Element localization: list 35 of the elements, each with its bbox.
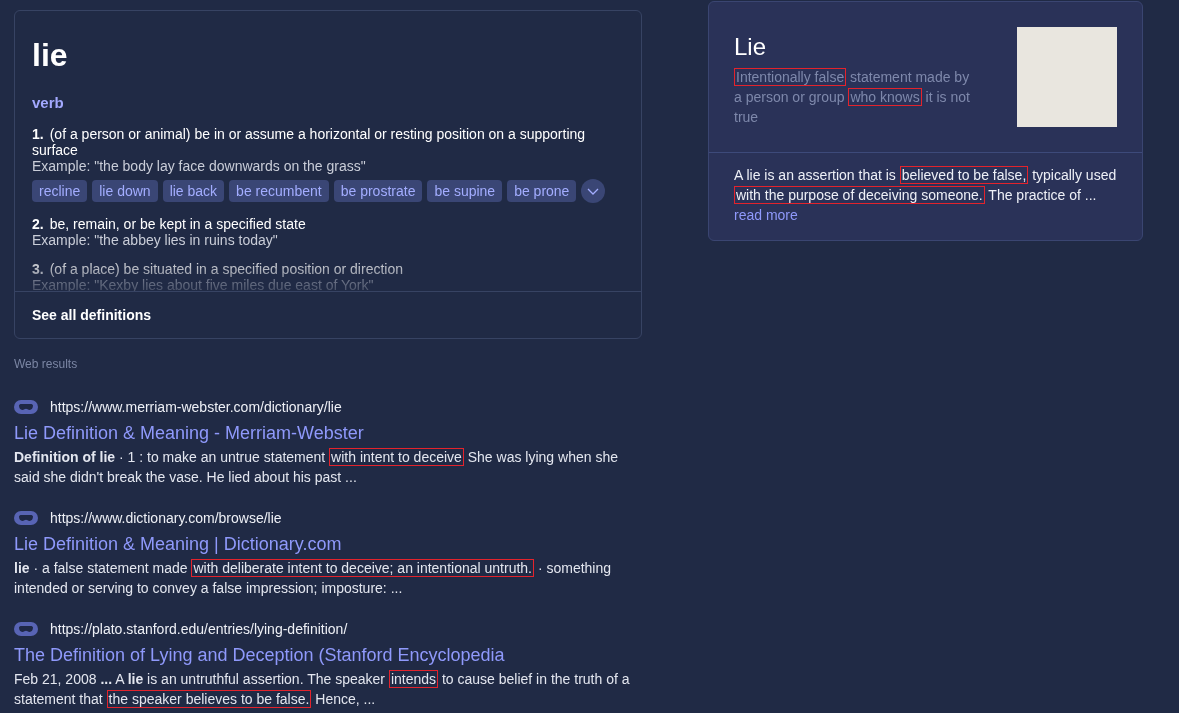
result-url: https://www.dictionary.com/browse/lie [50,509,282,527]
synonym-chip[interactable]: lie down [92,180,158,202]
result-url: https://www.merriam-webster.com/dictionary/lie [50,398,342,416]
mask-icon [14,400,38,414]
result-title-link[interactable]: The Definition of Lying and Deception (Stanford Encyclopedia [14,643,505,667]
result-snippet: lie · a false statement made with deliberate intent to deceive; an intentional untruth. · something intended or serving to convey a false impression; imposture: ... [14,558,613,598]
section-heading: Web results [14,356,78,372]
panel-title: Lie [734,32,767,62]
expand-button[interactable] [581,179,606,203]
result-snippet: Feb 21, 2008 ... A lie is an untruthful assertion. The speaker intends to cause belief in the truth of a statement that the speaker believes to be false. Hence, ... [14,669,631,709]
result-url: https://plato.stanford.edu/entries/lying-definition/ [50,620,348,638]
definition-text: 1. (of a person or animal) be in or assume a horizontal or resting position on a supporting surface [32,126,587,158]
definition-text: 3. (of a place) be situated in a specified position or direction [32,261,404,277]
synonym-chip[interactable]: lie back [162,180,225,202]
definition-text: 2. be, remain, or be kept in a specified state [32,216,307,232]
example-text: Example: "the body lay face downwards on the grass" [32,158,367,174]
result-title-link[interactable]: Lie Definition & Meaning - Merriam-Webster [14,421,364,445]
example-text: Example: "the abbey lies in ruins today" [32,232,279,248]
panel-description: Intentionally false statement made by a person or group who knows it is not true [734,67,971,127]
synonym-chip[interactable]: be recumbent [229,180,329,202]
mask-icon [14,511,38,525]
read-more-link[interactable]: read more [734,205,798,225]
synonym-chip[interactable]: be prostrate [333,180,423,202]
synonym-chip[interactable]: be supine [427,180,503,202]
synonym-chip[interactable]: be prone [507,180,577,202]
result-title-link[interactable]: Lie Definition & Meaning | Dictionary.com [14,532,342,556]
result-snippet: Definition of lie · 1 : to make an untrue statement with intent to deceive She was lying when she said she didn't break the vase. He lied about his past ... [14,447,619,487]
example-text: Example: "Kexby lies about five miles due east of York" [32,277,375,293]
panel-summary: A lie is an assertion that is believed to be false, typically used with the purpose of deceiving someone. The practice of ... [734,165,1117,205]
mask-icon [14,622,38,636]
see-all-definitions-link[interactable]: See all definitions [32,305,152,325]
synonym-chip[interactable]: recline [32,180,88,202]
chevron-down-icon [587,187,600,195]
part-of-speech: verb [32,93,64,113]
word-title: lie [32,36,69,75]
